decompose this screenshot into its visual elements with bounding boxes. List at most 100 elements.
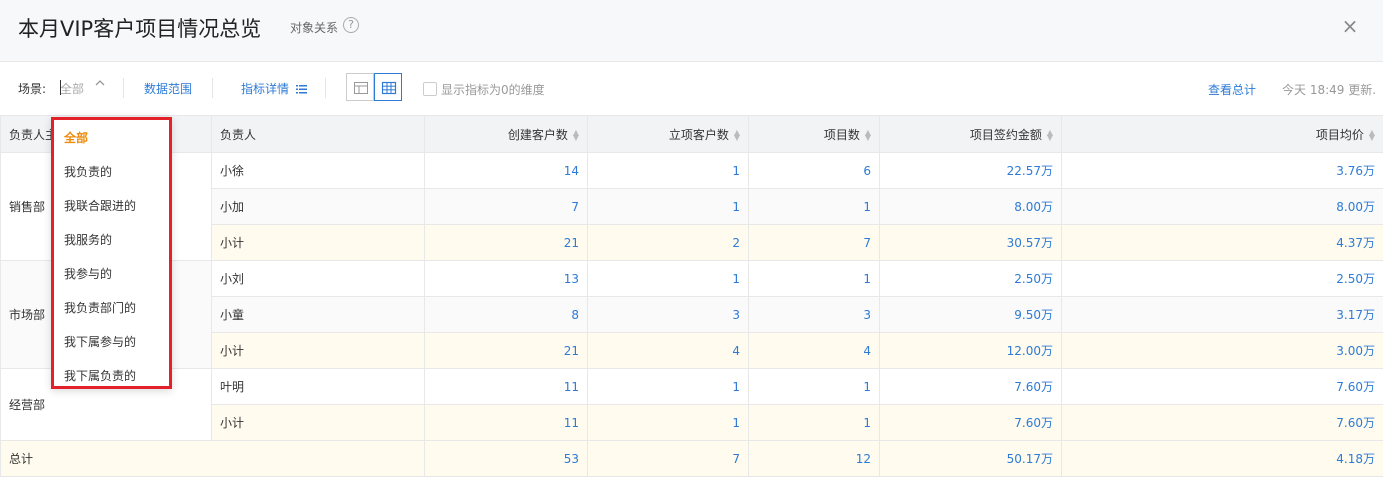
approved-cell[interactable]: 1: [587, 404, 749, 441]
scene-option-subordinate-owned[interactable]: 我下属负责的: [64, 367, 136, 384]
sort-icon[interactable]: ▲ ▼: [865, 129, 871, 142]
avg-cell[interactable]: 7.60万: [1061, 404, 1383, 441]
amount-cell[interactable]: 8.00万: [879, 188, 1062, 225]
created-cell[interactable]: 53: [424, 440, 588, 477]
show-zero-checkbox[interactable]: [423, 82, 437, 96]
amount-cell[interactable]: 7.60万: [879, 404, 1062, 441]
scene-option-participated[interactable]: 我参与的: [64, 265, 112, 282]
col-header-label: 项目签约金额: [969, 127, 1042, 142]
created-cell[interactable]: 14: [424, 152, 588, 189]
projects-cell[interactable]: 6: [748, 152, 880, 189]
scene-label: 场景:: [18, 82, 47, 96]
avg-cell[interactable]: 3.76万: [1061, 152, 1383, 189]
amount-cell[interactable]: 50.17万: [879, 440, 1062, 477]
approved-cell[interactable]: 2: [587, 224, 749, 261]
chevron-up-icon[interactable]: [94, 77, 106, 92]
sort-icon[interactable]: ▲ ▼: [1369, 129, 1375, 142]
projects-cell[interactable]: 1: [748, 368, 880, 405]
owner-cell: 小计: [211, 224, 425, 261]
amount-cell[interactable]: 12.00万: [879, 332, 1062, 369]
scene-option-joint-follow[interactable]: 我联合跟进的: [64, 197, 136, 214]
table-header-row: 负责人主 负责人 创建客户数 ▲ ▼ 立项客户数 ▲ ▼ 项目数 ▲ ▼ 项目签约金额 ▲ ▼ …: [0, 115, 1383, 153]
approved-cell[interactable]: 1: [587, 368, 749, 405]
data-range-link[interactable]: 数据范围: [144, 80, 192, 97]
owner-cell: 叶明: [211, 368, 425, 405]
col-header-label: 创建客户数: [507, 127, 568, 142]
divider: [212, 78, 213, 98]
col-header-projects[interactable]: 项目数 ▲ ▼: [748, 115, 880, 153]
col-header-avg[interactable]: 项目均价 ▲ ▼: [1061, 115, 1383, 153]
col-header-amount[interactable]: 项目签约金额 ▲ ▼: [879, 115, 1062, 153]
page-title: 本月VIP客户项目情况总览: [18, 17, 262, 41]
amount-cell[interactable]: 7.60万: [879, 368, 1062, 405]
created-cell[interactable]: 7: [424, 188, 588, 225]
grid-view-icon: [381, 81, 397, 95]
amount-cell[interactable]: 2.50万: [879, 260, 1062, 297]
scene-option-my-department[interactable]: 我负责部门的: [64, 299, 136, 316]
show-zero-label: 显示指标为0的维度: [441, 83, 545, 97]
projects-cell[interactable]: 7: [748, 224, 880, 261]
created-cell[interactable]: 21: [424, 332, 588, 369]
grid-view-button[interactable]: [374, 73, 402, 101]
grand-total-label: 总计: [0, 440, 425, 477]
close-icon[interactable]: ×: [1340, 16, 1360, 36]
update-timestamp: 今天 18:49 更新.: [1282, 83, 1377, 97]
scene-option-all[interactable]: 全部: [64, 129, 88, 146]
projects-cell[interactable]: 4: [748, 332, 880, 369]
created-cell[interactable]: 13: [424, 260, 588, 297]
projects-cell[interactable]: 12: [748, 440, 880, 477]
projects-cell[interactable]: 3: [748, 296, 880, 333]
col-header-label: 项目均价: [1315, 127, 1364, 142]
sort-icon[interactable]: ▲ ▼: [734, 129, 740, 142]
created-cell[interactable]: 21: [424, 224, 588, 261]
scene-option-subordinate-participated[interactable]: 我下属参与的: [64, 333, 136, 350]
col-header-created[interactable]: 创建客户数 ▲ ▼: [424, 115, 588, 153]
col-header-label: 项目数: [823, 127, 860, 142]
approved-cell[interactable]: 1: [587, 152, 749, 189]
sort-icon[interactable]: ▲ ▼: [1047, 129, 1053, 142]
metric-detail-link[interactable]: 指标详情: [241, 80, 307, 97]
avg-cell[interactable]: 3.00万: [1061, 332, 1383, 369]
scene-option-served[interactable]: 我服务的: [64, 231, 112, 248]
view-total-link[interactable]: 查看总计: [1208, 81, 1256, 98]
projects-cell[interactable]: 1: [748, 404, 880, 441]
table-view-icon: [354, 82, 368, 94]
projects-cell[interactable]: 1: [748, 260, 880, 297]
approved-cell[interactable]: 7: [587, 440, 749, 477]
approved-cell[interactable]: 1: [587, 188, 749, 225]
approved-cell[interactable]: 4: [587, 332, 749, 369]
object-relation-link[interactable]: 对象关系: [290, 19, 338, 36]
scene-option-mine[interactable]: 我负责的: [64, 163, 112, 180]
amount-cell[interactable]: 22.57万: [879, 152, 1062, 189]
sort-icon[interactable]: ▲ ▼: [573, 129, 579, 142]
text-cursor: [60, 80, 61, 95]
created-cell[interactable]: 11: [424, 368, 588, 405]
avg-cell[interactable]: 4.18万: [1061, 440, 1383, 477]
summary-table: 负责人主 负责人 创建客户数 ▲ ▼ 立项客户数 ▲ ▼ 项目数 ▲ ▼ 项目签约金额 ▲ ▼ …: [0, 115, 1383, 477]
avg-cell[interactable]: 8.00万: [1061, 188, 1383, 225]
amount-cell[interactable]: 30.57万: [879, 224, 1062, 261]
created-cell[interactable]: 11: [424, 404, 588, 441]
avg-cell[interactable]: 7.60万: [1061, 368, 1383, 405]
avg-cell[interactable]: 3.17万: [1061, 296, 1383, 333]
avg-cell[interactable]: 2.50万: [1061, 260, 1383, 297]
owner-cell: 小计: [211, 332, 425, 369]
col-header-owner[interactable]: 负责人: [211, 115, 425, 153]
table-row: 经营部 叶明 11 1 1 7.60万 7.60万: [0, 368, 1383, 441]
divider: [325, 78, 326, 98]
metric-detail-label: 指标详情: [241, 82, 290, 96]
owner-cell: 小刘: [211, 260, 425, 297]
list-icon: [295, 85, 307, 94]
amount-cell[interactable]: 9.50万: [879, 296, 1062, 333]
approved-cell[interactable]: 1: [587, 260, 749, 297]
help-icon[interactable]: ?: [343, 17, 359, 33]
avg-cell[interactable]: 4.37万: [1061, 224, 1383, 261]
created-cell[interactable]: 8: [424, 296, 588, 333]
approved-cell[interactable]: 3: [587, 296, 749, 333]
owner-cell: 小童: [211, 296, 425, 333]
col-header-approved[interactable]: 立项客户数 ▲ ▼: [587, 115, 749, 153]
scene-select[interactable]: 全部: [60, 80, 84, 97]
projects-cell[interactable]: 1: [748, 188, 880, 225]
table-view-button[interactable]: [346, 73, 374, 101]
toolbar: 场景: 全部 数据范围 指标详情 显示指标为0的维度 查看总计 今天 18:49…: [0, 62, 1383, 115]
